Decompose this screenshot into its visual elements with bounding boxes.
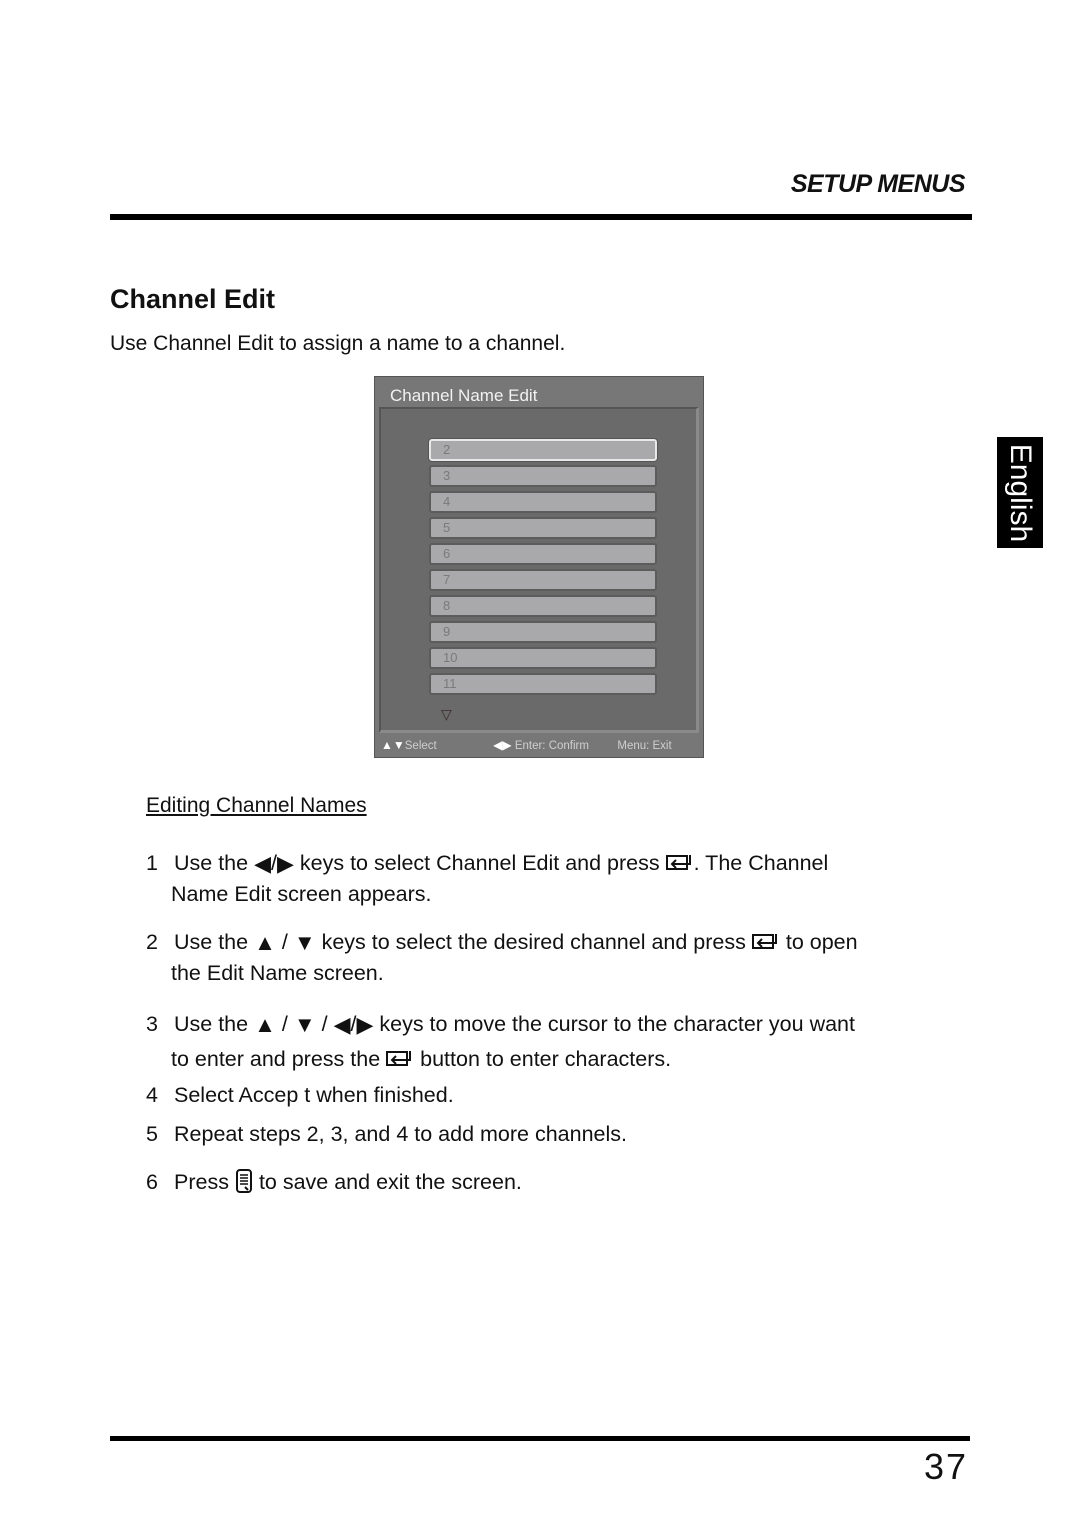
page-number: 37 <box>923 1446 968 1487</box>
section-header: SETUP MENUS <box>790 170 966 198</box>
channel-row[interactable]: 8 <box>429 595 657 617</box>
step-5: 5 Repeat steps 2, 3, and 4 to add more ch… <box>146 1119 976 1149</box>
channel-row[interactable]: 7 <box>429 569 657 591</box>
channel-row[interactable]: 9 <box>429 621 657 643</box>
right-arrow-icon: ▶ <box>356 1012 374 1037</box>
language-tab: English <box>997 437 1043 548</box>
channel-row[interactable]: 11 <box>429 673 657 695</box>
slash: / <box>281 930 288 954</box>
up-arrow-icon: ▲ <box>254 930 276 955</box>
channel-name-edit-screen: Channel Name Edit 2 3 4 5 6 7 8 9 10 11 ▽ ▲▼Selec… <box>374 376 704 758</box>
step-text: button to enter characters. <box>420 1047 672 1071</box>
osd-panel: 2 3 4 5 6 7 8 9 10 11 ▽ <box>379 407 699 733</box>
down-arrow-icon: ▼ <box>293 930 316 955</box>
step-text: to open <box>785 930 858 954</box>
scroll-down-icon: ▽ <box>441 706 452 722</box>
step-continuation: to enter and press the button to enter c… <box>146 1042 976 1077</box>
footer-confirm-label: Enter: Confirm <box>514 740 589 752</box>
step-number: 5 <box>146 1122 158 1146</box>
step-text: Select Accep t when finished. <box>174 1083 454 1107</box>
enter-icon <box>386 1051 412 1066</box>
channel-row[interactable]: 10 <box>429 647 657 669</box>
footer-select-label: Select <box>404 740 437 752</box>
enter-icon <box>665 855 691 870</box>
menu-button-icon <box>235 1169 252 1193</box>
step-number: 6 <box>146 1170 158 1194</box>
step-text: Repeat steps 2, 3, and 4 to add more cha… <box>174 1122 627 1146</box>
channel-number: 5 <box>443 520 451 535</box>
channel-row[interactable]: 6 <box>429 543 657 565</box>
footer-exit-label: Menu: Exit <box>617 740 672 752</box>
slash: / <box>321 1012 328 1036</box>
channel-number: 3 <box>443 468 451 483</box>
step-4: 4 Select Accep t when finished. <box>146 1080 976 1110</box>
osd-footer: ▲▼Select ◀▶ Enter: Confirm Menu: Exit <box>381 738 701 752</box>
step-text: to enter and press the <box>171 1047 381 1071</box>
header-rule <box>110 214 972 220</box>
slash: / <box>281 1012 288 1036</box>
page-title: Channel Edit <box>110 284 276 314</box>
step-number: 3 <box>146 1012 158 1036</box>
step-number: 2 <box>146 930 158 954</box>
step-text: keys to select the desired channel and p… <box>321 930 746 954</box>
step-text: Use the <box>174 1012 249 1036</box>
left-right-arrows-icon: ◀▶ <box>493 738 512 752</box>
channel-row[interactable]: 5 <box>429 517 657 539</box>
step-2: 2 Use the ▲ / ▼ keys to select the desire… <box>146 927 976 988</box>
step-text: the Edit Name screen. <box>171 961 384 985</box>
step-number: 4 <box>146 1083 158 1107</box>
down-arrow-icon: ▼ <box>293 1012 316 1037</box>
step-1: 1 Use the ◀/▶ keys to select Channel Edit… <box>146 848 976 909</box>
enter-icon <box>751 934 777 949</box>
channel-number: 4 <box>443 494 451 509</box>
channel-number: 7 <box>443 572 451 587</box>
intro-text: Use Channel Edit to assign a name to a c… <box>110 332 566 355</box>
channel-number: 9 <box>443 624 451 639</box>
subheading: Editing Channel Names <box>146 794 367 817</box>
step-text: keys to move the cursor to the character… <box>379 1012 855 1036</box>
channel-row[interactable]: 2 <box>429 439 657 461</box>
osd-title: Channel Name Edit <box>390 386 538 405</box>
up-arrow-icon: ▲ <box>254 1012 276 1037</box>
step-text: . The Channel <box>693 851 829 875</box>
left-arrow-icon: ◀ <box>333 1012 351 1037</box>
step-text: Use the <box>174 851 249 875</box>
left-arrow-icon: ◀ <box>254 851 272 876</box>
footer-rule <box>110 1436 970 1441</box>
channel-number: 11 <box>443 676 457 691</box>
channel-list: 2 3 4 5 6 7 8 9 10 11 <box>429 439 657 699</box>
channel-row[interactable]: 3 <box>429 465 657 487</box>
channel-number: 8 <box>443 598 451 613</box>
step-text: keys to select Channel Edit and press <box>299 851 660 875</box>
step-text: Use the <box>174 930 249 954</box>
up-down-arrows-icon: ▲▼ <box>381 738 405 752</box>
step-text: Name Edit screen appears. <box>171 882 432 906</box>
step-text: Press <box>174 1170 229 1194</box>
channel-number: 6 <box>443 546 451 561</box>
step-6: 6 Press to save and exit the screen. <box>146 1167 976 1197</box>
language-label: English <box>1004 443 1037 542</box>
right-arrow-icon: ▶ <box>277 851 294 876</box>
channel-number: 2 <box>443 442 451 457</box>
step-text: to save and exit the screen. <box>258 1170 522 1194</box>
step-number: 1 <box>146 851 158 875</box>
channel-number: 10 <box>443 650 458 665</box>
step-3: 3 Use the ▲ / ▼ / ◀/▶ keys to move the cu… <box>146 1007 976 1077</box>
channel-row[interactable]: 4 <box>429 491 657 513</box>
